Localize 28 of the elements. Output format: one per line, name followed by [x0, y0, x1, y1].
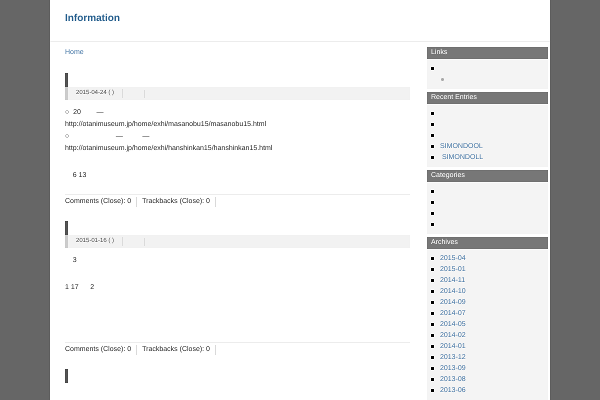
bullet-icon	[441, 78, 444, 81]
bullet-icon	[431, 190, 434, 193]
bullet-icon	[431, 123, 434, 126]
bullet-icon	[431, 212, 434, 215]
bullet-icon	[431, 334, 434, 337]
bullet-icon	[431, 367, 434, 370]
bullet-icon	[431, 279, 434, 282]
bullet-icon	[431, 145, 434, 148]
bullet-icon	[431, 378, 434, 381]
bullet-icon	[431, 290, 434, 293]
bullet-icon	[431, 156, 434, 159]
bullet-icon	[431, 257, 434, 260]
post-title-bar	[65, 369, 68, 383]
site-title[interactable]: Information	[65, 11, 535, 26]
bullet-icon	[431, 223, 434, 226]
bullet-icon	[431, 201, 434, 204]
post-title-bar	[65, 221, 68, 235]
bullet-icon	[431, 323, 434, 326]
post-title-bar	[65, 73, 68, 87]
bullet-icon	[431, 134, 434, 137]
bullet-icon	[431, 312, 434, 315]
bullet-icon	[431, 301, 434, 304]
bullet-icon	[431, 389, 434, 392]
bullet-icon	[431, 67, 434, 70]
bullet-icon	[431, 345, 434, 348]
bullet-icon	[431, 112, 434, 115]
bullet-icon	[431, 356, 434, 359]
bullet-icon	[431, 268, 434, 271]
